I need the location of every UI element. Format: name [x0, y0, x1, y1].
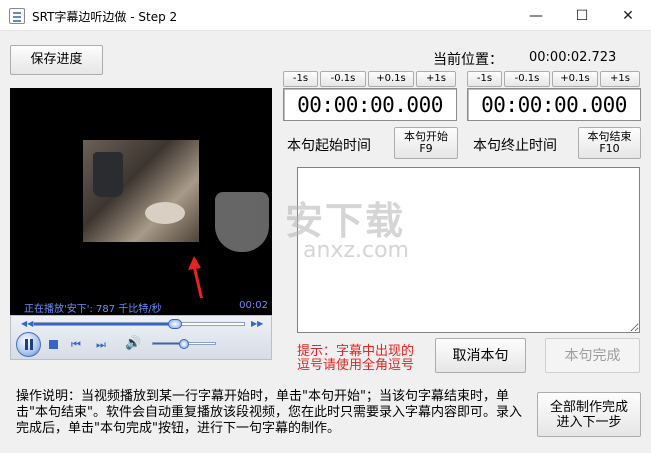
- next-icon[interactable]: ⏭: [96, 338, 106, 352]
- window-title: SRT字幕边听边做 - Step 2: [32, 10, 178, 24]
- hint-line-1: 提示：字幕中出现的: [297, 344, 415, 359]
- start-plus-0.1s-button[interactable]: +0.1s: [368, 71, 414, 87]
- sentence-end-button[interactable]: 本句结束 F10: [578, 127, 641, 159]
- current-position-label: 当前位置：: [433, 52, 503, 68]
- sentence-start-button[interactable]: 本句开始 F9: [394, 127, 458, 159]
- title-bar: SRT字幕边听边做 - Step 2 — ☐ ✕: [0, 0, 651, 31]
- end-minus-1s-button[interactable]: -1s: [467, 71, 502, 87]
- player-status-text: 正在播放'安下': 787 千比特/秒: [24, 304, 162, 315]
- previous-icon[interactable]: ⏮: [71, 338, 81, 352]
- start-plus-1s-button[interactable]: +1s: [416, 71, 456, 87]
- subtitle-text-input[interactable]: [297, 167, 640, 333]
- seek-bar[interactable]: [33, 319, 245, 329]
- maximize-button[interactable]: ☐: [559, 0, 605, 31]
- end-minus-0.1s-button[interactable]: -0.1s: [504, 71, 550, 87]
- save-progress-button[interactable]: 保存进度: [10, 45, 103, 75]
- seek-thumb[interactable]: [167, 319, 182, 329]
- close-button[interactable]: ✕: [605, 0, 651, 31]
- pause-button[interactable]: [16, 332, 41, 357]
- end-time-label: 本句终止时间: [473, 138, 557, 154]
- start-minus-0.1s-button[interactable]: -0.1s: [320, 71, 366, 87]
- seek-forward-icon[interactable]: ▶▶: [251, 319, 263, 328]
- seek-back-icon[interactable]: ◀◀: [21, 319, 33, 328]
- end-plus-1s-button[interactable]: +1s: [600, 71, 640, 87]
- start-time-field[interactable]: 00:00:00.000: [283, 88, 457, 121]
- minimize-button[interactable]: —: [513, 0, 559, 31]
- player-elapsed-time: 00:02: [239, 300, 268, 311]
- start-minus-1s-button[interactable]: -1s: [283, 71, 318, 87]
- end-plus-0.1s-button[interactable]: +0.1s: [552, 71, 598, 87]
- current-position-value: 00:00:02.723: [529, 50, 617, 65]
- start-time-label: 本句起始时间: [287, 138, 371, 154]
- end-time-field[interactable]: 00:00:00.000: [467, 88, 641, 121]
- video-frame: [83, 140, 199, 242]
- player-status-bar: 正在播放'安下': 787 千比特/秒 00:02: [10, 298, 272, 315]
- sentence-complete-button[interactable]: 本句完成: [545, 338, 640, 373]
- volume-slider[interactable]: [152, 339, 216, 349]
- volume-thumb[interactable]: [179, 339, 189, 349]
- instructions-text: 操作说明：当视频播放到某一行字幕开始时，单击"本句开始"；当该句字幕结束时，单击…: [16, 389, 522, 436]
- red-arrow-icon: [188, 256, 204, 301]
- hint-line-2: 逗号请使用全角逗号: [297, 358, 415, 373]
- cancel-sentence-button[interactable]: 取消本句: [435, 338, 526, 373]
- comma-hint: 提示：字幕中出现的 逗号请使用全角逗号: [297, 345, 414, 373]
- stop-icon[interactable]: [49, 340, 58, 349]
- seek-fill: [34, 323, 175, 325]
- app-icon: [9, 8, 25, 24]
- player-controls: ◀◀ ▶▶ ⏮ ⏭ 🔊: [10, 315, 272, 360]
- volume-icon[interactable]: 🔊: [125, 336, 141, 351]
- finish-all-button[interactable]: 全部制作完成 进入下一步: [537, 392, 641, 437]
